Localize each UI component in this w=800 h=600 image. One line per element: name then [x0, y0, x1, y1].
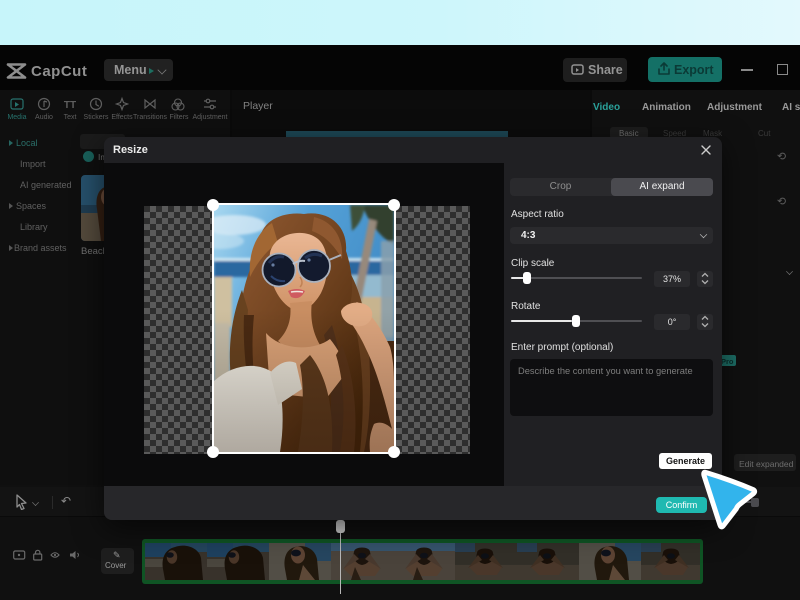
svg-text:Filters: Filters — [169, 114, 189, 121]
svg-text:Media: Media — [7, 114, 26, 121]
svg-text:TT: TT — [64, 100, 76, 111]
svg-text:Effects: Effects — [111, 114, 133, 121]
svg-text:Text: Text — [64, 114, 77, 121]
svg-text:Adjustment: Adjustment — [192, 114, 227, 121]
svg-text:Stickers: Stickers — [84, 114, 109, 121]
svg-text:Transitions: Transitions — [133, 114, 167, 121]
svg-text:Audio: Audio — [35, 114, 53, 121]
